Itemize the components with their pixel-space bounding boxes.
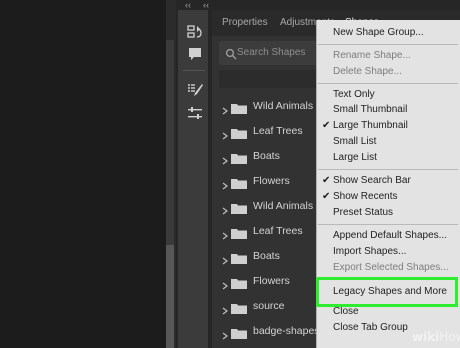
menu-item[interactable]: New Shape Group... (333, 26, 424, 39)
menu-separator (318, 224, 458, 225)
menu-item[interactable]: Preset Status (333, 206, 393, 219)
document-canvas (0, 0, 166, 348)
shape-group-label: Flowers (253, 175, 290, 187)
folder-icon (231, 201, 247, 214)
shape-group-row[interactable]: Leaf Trees (212, 119, 332, 143)
shape-group-row[interactable]: source (212, 294, 332, 318)
folder-icon (231, 126, 247, 139)
folder-icon (231, 176, 247, 189)
shape-group-label: Flowers (253, 275, 290, 287)
menu-item[interactable]: Large Thumbnail (333, 119, 408, 132)
shape-group-label: Wild Animals (253, 200, 314, 212)
shape-group-row[interactable]: Leaf Trees (212, 219, 332, 243)
folder-icon (231, 326, 247, 339)
menu-item[interactable]: Text Only (333, 88, 375, 101)
folder-icon (231, 151, 247, 164)
shape-group-label: Wild Animals (253, 100, 314, 112)
shape-group-row[interactable]: badge-shapes (212, 319, 332, 343)
menu-item[interactable]: Small Thumbnail (333, 103, 407, 116)
shape-group-label: source (253, 300, 285, 312)
history-icon[interactable] (186, 24, 204, 40)
shape-group-label: Boats (253, 150, 280, 162)
shape-group-label: Leaf Trees (253, 225, 303, 237)
search-placeholder: Search Shapes (237, 47, 306, 58)
menu-item[interactable]: Show Search Bar (333, 174, 411, 187)
collapse-panel-icon[interactable]: ‹‹ (203, 0, 209, 10)
chevron-right-icon[interactable] (221, 302, 229, 315)
menu-item[interactable]: Large List (333, 151, 377, 164)
menu-item[interactable]: Append Default Shapes... (333, 229, 447, 242)
chevron-right-icon[interactable] (221, 277, 229, 290)
wikihow-watermark: wikiHow (412, 330, 460, 344)
menu-item[interactable]: Close Tab Group (333, 321, 408, 334)
canvas-scrollbar-thumb[interactable] (166, 245, 174, 348)
folder-icon (231, 251, 247, 264)
chevron-right-icon[interactable] (221, 327, 229, 340)
menu-item[interactable]: Show Recents (333, 190, 397, 203)
menu-item[interactable]: Import Shapes... (333, 245, 406, 258)
brush-settings-icon[interactable] (186, 82, 204, 98)
menu-separator (318, 44, 458, 45)
shape-group-label: Leaf Trees (253, 125, 303, 137)
menu-separator (318, 169, 458, 170)
shape-group-row[interactable]: Boats (212, 244, 332, 268)
folder-icon (231, 301, 247, 314)
chevron-right-icon[interactable] (221, 252, 229, 265)
menu-item[interactable]: Rename Shape... (333, 49, 411, 62)
shape-group-row[interactable]: Wild Animals (212, 94, 332, 118)
folder-icon (231, 226, 247, 239)
tab-properties[interactable]: Properties (222, 17, 268, 28)
shape-group-row[interactable]: Flowers (212, 269, 332, 293)
checkmark-icon: ✔ (322, 120, 331, 131)
chevron-right-icon[interactable] (221, 102, 229, 115)
shape-group-row[interactable]: Boats (212, 144, 332, 168)
folder-icon (231, 276, 247, 289)
menu-item[interactable]: Small List (333, 135, 376, 148)
toolstrip-divider (183, 70, 205, 71)
chevron-right-icon[interactable] (221, 202, 229, 215)
shape-group-label: badge-shapes (253, 325, 320, 337)
menu-item[interactable]: Export Selected Shapes... (333, 261, 449, 274)
search-icon (225, 47, 237, 60)
comments-icon[interactable] (186, 46, 204, 62)
recent-shapes-strip (219, 70, 329, 88)
shape-group-label: Boats (253, 250, 280, 262)
adjustments-sliders-icon[interactable] (186, 106, 204, 122)
chevron-right-icon[interactable] (221, 227, 229, 240)
menu-item[interactable]: Delete Shape... (333, 65, 402, 78)
checkmark-icon: ✔ (322, 191, 331, 202)
shape-group-row[interactable]: Flowers (212, 169, 332, 193)
menu-separator (318, 83, 458, 84)
legacy-shapes-highlight (316, 277, 458, 307)
shape-group-row[interactable]: Wild Animals (212, 194, 332, 218)
chevron-right-icon[interactable] (221, 177, 229, 190)
checkmark-icon: ✔ (322, 175, 331, 186)
chevron-right-icon[interactable] (221, 152, 229, 165)
chevron-right-icon[interactable] (221, 127, 229, 140)
collapse-toolstrip-icon[interactable]: ‹‹ (185, 0, 191, 10)
folder-icon (231, 101, 247, 114)
